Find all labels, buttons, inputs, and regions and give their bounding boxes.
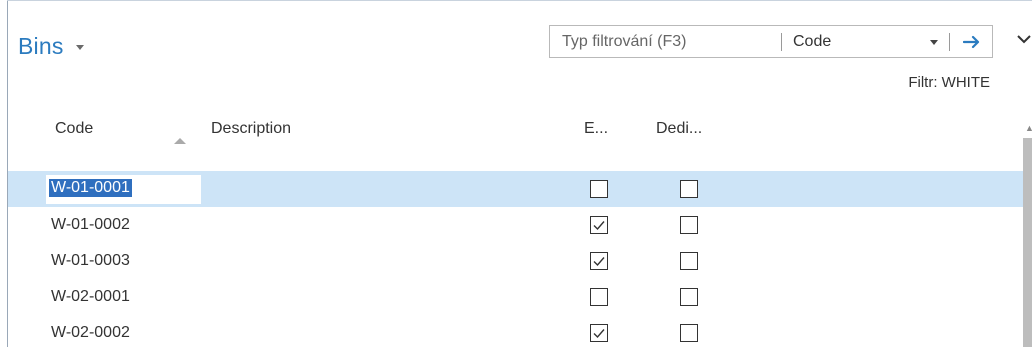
page-title: Bins: [18, 32, 64, 59]
filter-field-value: Code: [793, 32, 832, 50]
filter-status: Filtr: WHITE: [908, 74, 990, 91]
apply-filter-button[interactable]: [951, 26, 993, 57]
chevron-down-icon: [1017, 35, 1031, 44]
checkbox-empty[interactable]: [590, 180, 608, 198]
checkbox-empty[interactable]: [590, 252, 608, 270]
page-title-menu[interactable]: Bins: [18, 31, 84, 61]
checkbox-dedicated[interactable]: [680, 252, 698, 270]
filter-input[interactable]: [550, 26, 780, 57]
filter-bar: Code: [549, 25, 993, 58]
table-row[interactable]: W-02-0002: [8, 315, 1023, 351]
column-header-dedicated[interactable]: Dedi...: [656, 120, 702, 138]
cell-code: W-01-0001: [49, 179, 132, 197]
caret-down-icon: [930, 40, 938, 45]
filter-divider: [949, 33, 950, 51]
checkbox-empty[interactable]: [590, 288, 608, 306]
cell-code: W-01-0003: [51, 252, 130, 269]
checkbox-dedicated[interactable]: [680, 180, 698, 198]
checkbox-dedicated[interactable]: [680, 288, 698, 306]
filter-field-select[interactable]: Code: [783, 26, 948, 57]
checkmark-icon: [593, 221, 605, 231]
scroll-up-icon[interactable]: ▲: [1025, 124, 1032, 133]
scrollbar-thumb[interactable]: [1023, 138, 1032, 347]
table-row[interactable]: W-01-0001: [8, 171, 1023, 207]
more-options-button[interactable]: [1016, 32, 1032, 46]
table-row[interactable]: W-02-0001: [8, 279, 1023, 315]
table-row[interactable]: W-01-0002: [8, 207, 1023, 243]
arrow-right-icon: [963, 35, 980, 48]
checkmark-icon: [593, 257, 605, 267]
filter-divider: [781, 33, 782, 51]
cell-code: W-02-0002: [51, 324, 130, 341]
checkmark-icon: [593, 329, 605, 339]
column-header-description[interactable]: Description: [211, 120, 291, 138]
column-header-empty[interactable]: E...: [584, 120, 608, 138]
checkbox-empty[interactable]: [590, 324, 608, 342]
window-border-top: [7, 0, 1032, 1]
cell-code: W-01-0002: [51, 216, 130, 233]
checkbox-dedicated[interactable]: [680, 324, 698, 342]
caret-down-icon: [75, 45, 84, 50]
sort-ascending-icon: [174, 138, 186, 144]
table-row[interactable]: W-01-0003: [8, 243, 1023, 279]
checkbox-dedicated[interactable]: [680, 216, 698, 234]
checkbox-empty[interactable]: [590, 216, 608, 234]
column-header-code[interactable]: Code: [55, 120, 93, 138]
cell-code: W-02-0001: [51, 288, 130, 305]
